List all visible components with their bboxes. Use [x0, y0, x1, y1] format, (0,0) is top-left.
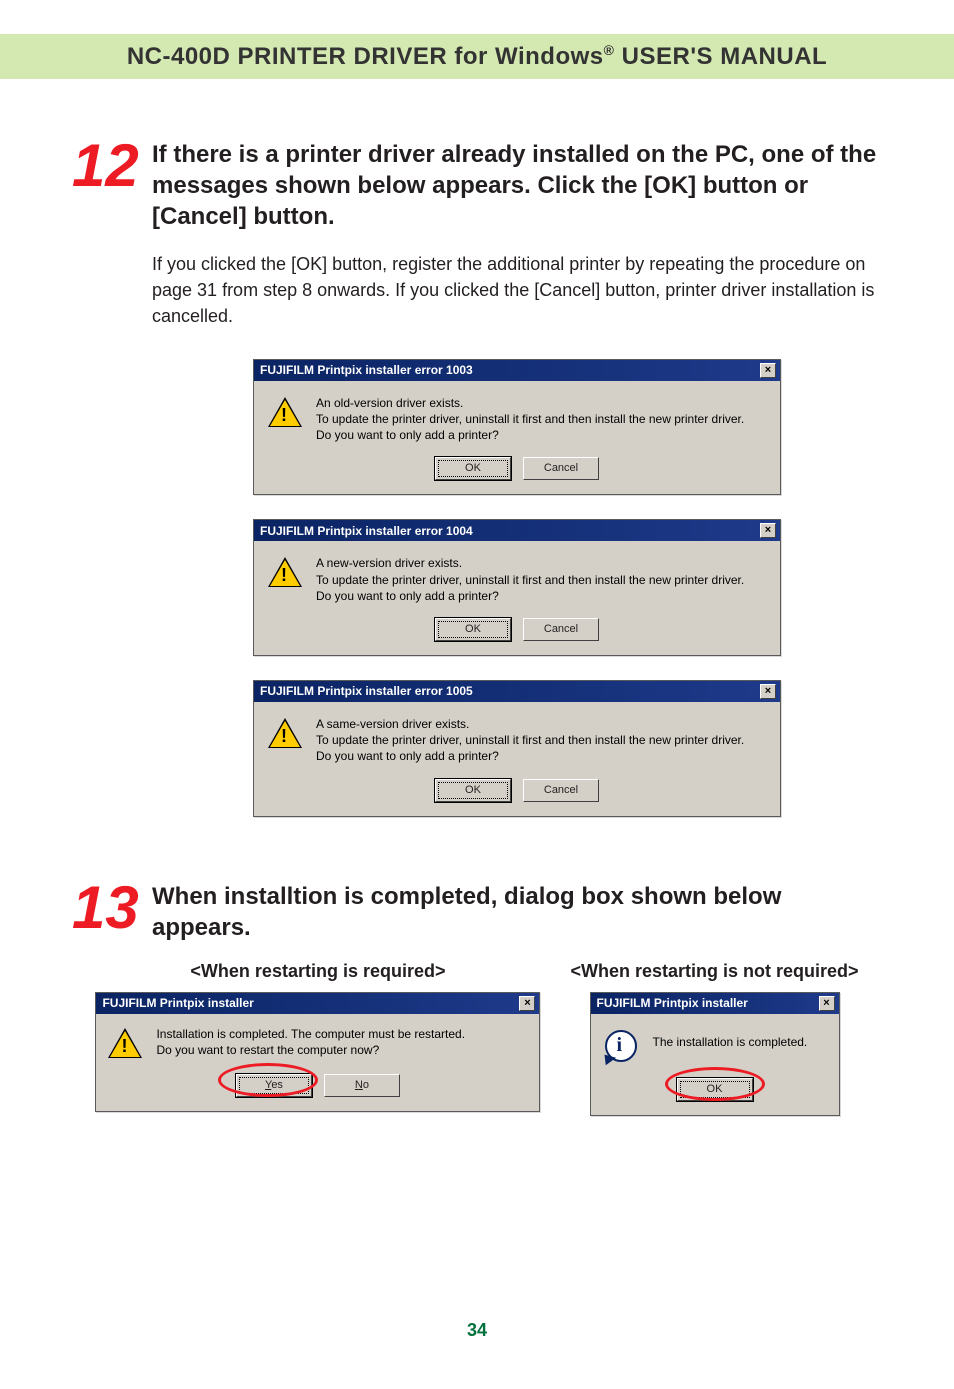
- dialog-error-1005: FUJIFILM Printpix installer error 1005 ×…: [253, 680, 781, 817]
- dialog-error-1004: FUJIFILM Printpix installer error 1004 ×…: [253, 519, 781, 656]
- dialog-title: FUJIFILM Printpix installer error 1005: [260, 684, 473, 698]
- ok-button[interactable]: OK: [435, 457, 511, 480]
- step-12-heading: If there is a printer driver already ins…: [152, 139, 882, 233]
- page-number: 34: [0, 1320, 954, 1341]
- close-icon[interactable]: ×: [760, 523, 776, 538]
- dialog-message: Installation is completed. The computer …: [156, 1026, 465, 1062]
- ok-button[interactable]: OK: [435, 779, 511, 802]
- dialog-message: A new-version driver exists. To update t…: [316, 555, 744, 604]
- dialog-restart-required: FUJIFILM Printpix installer × Installati…: [95, 992, 540, 1112]
- dialog-title: FUJIFILM Printpix installer: [102, 996, 253, 1010]
- dialog-title: FUJIFILM Printpix installer: [597, 996, 748, 1010]
- title-prefix: NC-400D PRINTER DRIVER for Windows: [127, 43, 604, 70]
- dialog-titlebar: FUJIFILM Printpix installer error 1005 ×: [254, 681, 780, 702]
- dialog-titlebar: FUJIFILM Printpix installer error 1003 ×: [254, 360, 780, 381]
- cancel-button[interactable]: Cancel: [523, 779, 599, 802]
- manual-title: NC-400D PRINTER DRIVER for Windows® USER…: [127, 42, 827, 71]
- cancel-button[interactable]: Cancel: [523, 618, 599, 641]
- warning-icon: [268, 397, 302, 431]
- no-button[interactable]: No: [324, 1074, 400, 1097]
- dialog-message: The installation is completed.: [653, 1028, 808, 1064]
- close-icon[interactable]: ×: [760, 684, 776, 699]
- restart-required-label: <When restarting is required>: [190, 961, 445, 982]
- warning-icon: [108, 1028, 142, 1062]
- dialog-titlebar: FUJIFILM Printpix installer error 1004 ×: [254, 520, 780, 541]
- registered-mark: ®: [604, 42, 615, 58]
- close-icon[interactable]: ×: [819, 996, 835, 1011]
- warning-icon: [268, 718, 302, 752]
- info-icon: [605, 1030, 639, 1064]
- dialog-message: An old-version driver exists. To update …: [316, 395, 744, 444]
- step-number-12: 12: [72, 139, 152, 841]
- highlight-circle: [218, 1063, 318, 1097]
- warning-icon: [268, 557, 302, 591]
- dialog-title: FUJIFILM Printpix installer error 1003: [260, 363, 473, 377]
- dialog-titlebar: FUJIFILM Printpix installer ×: [96, 993, 539, 1014]
- dialog-error-1003: FUJIFILM Printpix installer error 1003 ×…: [253, 359, 781, 496]
- cancel-button[interactable]: Cancel: [523, 457, 599, 480]
- step-13: 13 When installtion is completed, dialog…: [72, 881, 882, 1140]
- dialog-restart-not-required: FUJIFILM Printpix installer × The instal…: [590, 992, 840, 1116]
- step-12: 12 If there is a printer driver already …: [72, 139, 882, 841]
- dialog-titlebar: FUJIFILM Printpix installer ×: [591, 993, 839, 1014]
- close-icon[interactable]: ×: [760, 363, 776, 378]
- highlight-circle: [665, 1067, 765, 1101]
- close-icon[interactable]: ×: [519, 996, 535, 1011]
- step-13-heading: When installtion is completed, dialog bo…: [152, 881, 882, 943]
- restart-not-required-label: <When restarting is not required>: [570, 961, 858, 982]
- dialog-title: FUJIFILM Printpix installer error 1004: [260, 524, 473, 538]
- manual-header: NC-400D PRINTER DRIVER for Windows® USER…: [0, 34, 954, 79]
- step-12-text: If you clicked the [OK] button, register…: [152, 251, 882, 329]
- title-suffix: USER'S MANUAL: [614, 43, 827, 70]
- dialog-message: A same-version driver exists. To update …: [316, 716, 744, 765]
- ok-button[interactable]: OK: [435, 618, 511, 641]
